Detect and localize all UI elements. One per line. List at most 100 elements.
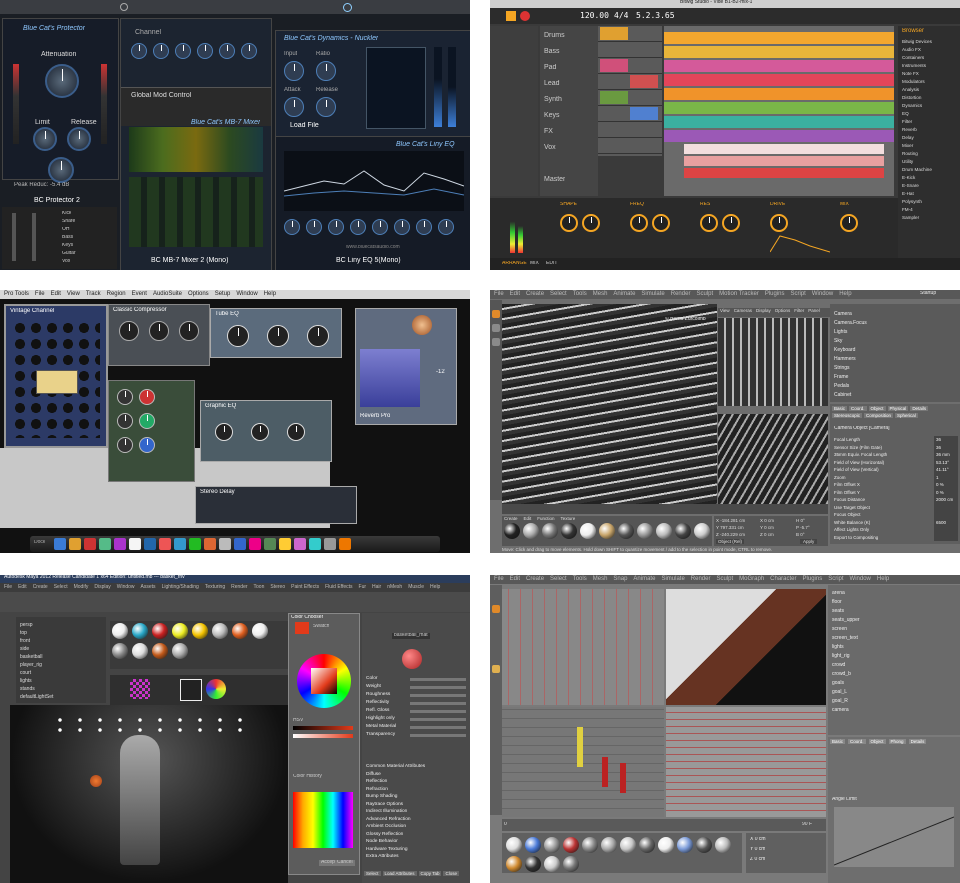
browser-item[interactable]: E-Kick — [902, 174, 958, 182]
menu-item[interactable]: Script — [791, 291, 806, 298]
mixer-knob[interactable] — [153, 43, 169, 59]
menu-item[interactable]: Select — [550, 291, 567, 298]
material-swatch[interactable] — [696, 837, 712, 853]
strip-knob[interactable] — [139, 389, 155, 405]
clip[interactable] — [630, 75, 658, 88]
attr-section[interactable]: Common Material Attributes — [366, 763, 466, 771]
object-item[interactable]: floor — [832, 598, 956, 607]
node-grid[interactable] — [180, 679, 202, 701]
menu-item[interactable]: View — [67, 291, 80, 298]
arrange-clip[interactable] — [684, 144, 884, 154]
material-swatch[interactable] — [506, 856, 522, 872]
attr-slider[interactable] — [410, 709, 466, 713]
viewport-menu-item[interactable]: Cameras — [734, 308, 752, 317]
attribute-value[interactable]: 36 — [934, 436, 958, 444]
fader-1[interactable] — [12, 213, 16, 261]
menu-item[interactable]: Script — [828, 576, 843, 583]
viewport-menu-item[interactable]: Display — [756, 308, 771, 317]
mixer-knob[interactable] — [197, 43, 213, 59]
eq-knob[interactable] — [227, 325, 249, 347]
menu-item[interactable]: Help — [264, 291, 276, 298]
protector-limit-knob[interactable] — [33, 127, 57, 151]
object-item[interactable]: Lights — [834, 328, 954, 337]
coord-x[interactable]: X 0 cm — [750, 837, 766, 843]
menu-item[interactable]: Region — [107, 291, 126, 298]
material-swatch[interactable] — [192, 623, 208, 639]
attribute-row[interactable]: Zoom 1 — [834, 473, 958, 481]
track-name[interactable]: Drums — [544, 32, 565, 40]
track-name[interactable]: Lead — [544, 80, 560, 88]
attr-slider[interactable] — [410, 717, 466, 721]
attribute-tab[interactable]: Object — [868, 406, 886, 412]
menu-item[interactable]: Pro Tools — [4, 291, 29, 298]
eq-knob[interactable] — [307, 325, 329, 347]
dock-app-icon[interactable] — [324, 538, 336, 550]
browser-item[interactable]: E-Snare — [902, 182, 958, 190]
browser-item[interactable]: Instruments — [902, 62, 958, 70]
strip-knob[interactable] — [117, 389, 133, 405]
arrange-clip[interactable] — [664, 130, 894, 142]
tab-mix[interactable]: MIX — [530, 261, 539, 267]
track-item[interactable]: Vox — [62, 259, 70, 265]
attr-section[interactable]: Bump Shading — [366, 793, 466, 801]
menu-item[interactable]: MoGraph — [739, 576, 764, 583]
menu-item[interactable]: Fur — [359, 584, 367, 591]
track-name[interactable]: Vox — [544, 144, 556, 152]
menu-item[interactable]: Create — [526, 291, 544, 298]
strip-knob[interactable] — [139, 413, 155, 429]
coord-z[interactable]: Z 0 cm — [750, 857, 765, 863]
arena-viewport-1[interactable] — [502, 589, 664, 705]
material-swatch[interactable] — [656, 523, 672, 539]
arena-viewport-3[interactable] — [502, 707, 664, 817]
object-item[interactable]: Sky — [834, 337, 954, 346]
coord-z-position[interactable]: Z -240.229 cm — [716, 532, 745, 537]
menu-item[interactable]: Edit — [510, 291, 520, 298]
track-name[interactable]: Pad — [544, 64, 556, 72]
dock-app-icon[interactable] — [294, 538, 306, 550]
attribute-value[interactable] — [934, 526, 958, 534]
menu-item[interactable]: Lighting/Shading — [162, 584, 199, 591]
eq-knob[interactable] — [438, 219, 454, 235]
attribute-row[interactable]: Film Offset Y 0 % — [834, 488, 958, 496]
strip-knob[interactable] — [117, 413, 133, 429]
menu-item[interactable]: Help — [839, 291, 851, 298]
attr-section[interactable]: Advanced Refraction — [366, 816, 466, 824]
arrange-clip[interactable] — [664, 116, 894, 128]
cancel-button[interactable]: Cancel — [335, 860, 355, 866]
outliner-item[interactable]: lights — [20, 677, 102, 685]
menu-item[interactable]: Assets — [141, 584, 156, 591]
attribute-tab[interactable]: Coord. — [848, 739, 866, 745]
menu-item[interactable]: Texturing — [205, 584, 225, 591]
material-swatch[interactable] — [620, 837, 636, 853]
arrange-clip[interactable] — [684, 156, 884, 166]
attribute-row[interactable]: Field of View (Horizontal) 53.13° — [834, 458, 958, 466]
device-knob[interactable] — [840, 214, 858, 232]
dyn-release-knob[interactable] — [316, 97, 336, 117]
object-item[interactable]: goals — [832, 679, 956, 688]
browser-item[interactable]: Polysynth — [902, 198, 958, 206]
mixer-knob[interactable] — [175, 43, 191, 59]
attr-row[interactable]: Refl. Gloss — [366, 707, 466, 715]
material-swatch[interactable] — [658, 837, 674, 853]
material-tab[interactable]: Texture — [561, 516, 576, 521]
viewport-menu-item[interactable]: Filter — [794, 308, 804, 317]
hsv-slider[interactable] — [293, 726, 353, 730]
device-knob[interactable] — [582, 214, 600, 232]
dock-app-icon[interactable] — [264, 538, 276, 550]
material-swatch[interactable] — [637, 523, 653, 539]
dock-app-icon[interactable] — [144, 538, 156, 550]
protector-release-knob[interactable] — [67, 127, 91, 151]
attr-slider[interactable] — [410, 725, 466, 729]
object-item[interactable]: Frame — [834, 373, 954, 382]
tab-edit[interactable]: EDIT — [546, 261, 557, 267]
menu-item[interactable]: Paint Effects — [291, 584, 319, 591]
comp-knob[interactable] — [149, 321, 169, 341]
outliner-item[interactable]: basketball — [20, 653, 102, 661]
menu-item[interactable]: Toon — [254, 584, 265, 591]
browser-item[interactable]: EQ — [902, 110, 958, 118]
coord-p-rotation[interactable]: P -5.7° — [796, 525, 810, 530]
eq-knob[interactable] — [416, 219, 432, 235]
attr-slider[interactable] — [410, 677, 466, 681]
menu-item[interactable]: nMesh — [387, 584, 402, 591]
object-item[interactable]: goal_L — [832, 688, 956, 697]
